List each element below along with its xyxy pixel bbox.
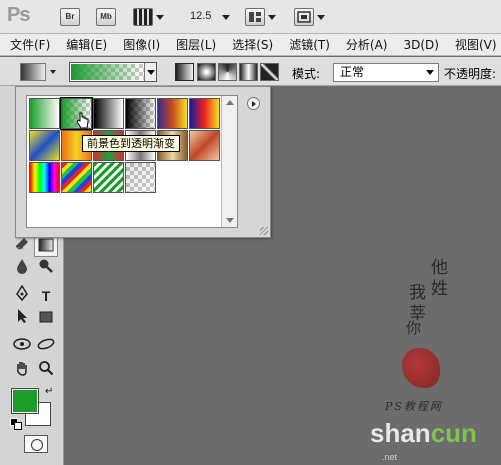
watermark-calligraphy-1: 他姓 xyxy=(427,258,447,300)
menu-file[interactable]: 文件(F) xyxy=(0,36,56,53)
3d-orbit-tool-icon[interactable] xyxy=(34,336,58,358)
mode-select[interactable]: 正常 xyxy=(333,63,439,82)
menu-image[interactable]: 图像(I) xyxy=(113,36,166,53)
chevron-down-icon[interactable] xyxy=(50,70,56,74)
picker-menu-button[interactable] xyxy=(247,97,260,110)
menu-analysis[interactable]: 分析(A) xyxy=(336,36,394,53)
options-bar: 模式: 正常 不透明度: xyxy=(0,57,501,86)
gradient-tooltip: 前景色到透明渐变 xyxy=(82,135,180,152)
foreground-color-swatch[interactable] xyxy=(11,388,39,414)
radial-gradient-button[interactable] xyxy=(197,63,216,81)
path-selection-tool-icon[interactable] xyxy=(10,308,34,330)
tool-preset-picker[interactable] xyxy=(20,63,46,81)
opacity-label: 不透明度: xyxy=(444,67,497,81)
zoom-tool-icon[interactable] xyxy=(34,360,58,382)
gradient-swatch[interactable] xyxy=(189,98,220,129)
gradient-picker-toggle[interactable] xyxy=(144,63,156,81)
gradient-swatch[interactable] xyxy=(93,162,124,193)
pen-tool-icon[interactable] xyxy=(10,284,34,307)
arrange-documents-icon[interactable] xyxy=(245,8,276,26)
menu-filter[interactable]: 滤镜(T) xyxy=(279,36,336,53)
watermark-brand-part2: cun xyxy=(430,418,477,448)
menu-layer[interactable]: 图层(L) xyxy=(166,36,222,53)
gradient-swatch[interactable] xyxy=(29,130,60,161)
gradient-swatch[interactable] xyxy=(125,98,156,129)
watermark-site-name: PS教程网 xyxy=(385,400,443,413)
gradient-preset-list xyxy=(26,95,238,228)
watermark-calligraphy-3: 你 xyxy=(404,320,422,339)
picker-scrollbar[interactable] xyxy=(221,96,237,227)
gradient-swatch[interactable] xyxy=(93,98,124,129)
scroll-down-icon[interactable] xyxy=(226,218,234,223)
watermark-seal xyxy=(402,348,440,388)
menu-select[interactable]: 选择(S) xyxy=(222,36,279,53)
resize-grip-icon[interactable] xyxy=(260,227,268,235)
dodge-tool-icon[interactable] xyxy=(34,258,58,280)
bridge-button[interactable]: Br xyxy=(60,8,80,26)
gradient-swatch[interactable] xyxy=(61,162,92,193)
app-bar: Ps Br Mb 12.5 xyxy=(0,0,501,34)
gradient-tool-icon[interactable] xyxy=(34,235,58,257)
diamond-gradient-button[interactable] xyxy=(260,63,279,81)
scroll-up-icon[interactable] xyxy=(226,100,234,105)
mode-label: 模式: xyxy=(292,67,321,81)
watermark-calligraphy-2: 我莘 xyxy=(405,283,425,325)
watermark-domain: .net xyxy=(382,452,398,462)
zoom-dropdown-icon[interactable] xyxy=(222,15,230,20)
hand-cursor-icon xyxy=(76,112,89,129)
linear-gradient-button[interactable] xyxy=(175,63,194,81)
default-colors-icon[interactable] xyxy=(10,418,22,430)
zoom-level[interactable]: 12.5 xyxy=(190,10,211,22)
photoshop-logo: Ps xyxy=(7,4,30,26)
gradient-swatch[interactable] xyxy=(29,162,60,193)
rectangle-tool-icon[interactable] xyxy=(34,308,58,330)
gradient-editor-field[interactable] xyxy=(69,62,157,82)
mini-bridge-button[interactable]: Mb xyxy=(96,8,116,26)
screen-mode-icon[interactable] xyxy=(294,8,325,26)
menu-3d[interactable]: 3D(D) xyxy=(393,38,444,52)
type-tool-icon[interactable]: T xyxy=(34,285,58,307)
menu-bar: 文件(F) 编辑(E) 图像(I) 图层(L) 选择(S) 滤镜(T) 分析(A… xyxy=(0,34,501,56)
quick-mask-button[interactable] xyxy=(24,435,48,453)
blur-tool-icon[interactable] xyxy=(10,258,34,280)
menu-edit[interactable]: 编辑(E) xyxy=(56,36,113,53)
watermark-brand: shancun xyxy=(370,418,477,449)
watermark-brand-part1: shan xyxy=(370,418,431,448)
swap-colors-icon[interactable]: ↵ xyxy=(45,386,53,397)
reflected-gradient-button[interactable] xyxy=(239,63,258,81)
gradient-swatch[interactable] xyxy=(29,98,60,129)
gradient-swatch[interactable] xyxy=(189,130,220,161)
hand-tool-icon[interactable] xyxy=(10,360,34,382)
gradient-swatch[interactable] xyxy=(157,98,188,129)
gradient-picker-panel xyxy=(15,86,271,238)
gradient-preview[interactable] xyxy=(71,64,145,80)
gradient-swatch[interactable] xyxy=(125,162,156,193)
menu-view[interactable]: 视图(V) xyxy=(445,36,501,53)
filmstrip-icon[interactable] xyxy=(133,8,164,26)
3d-rotate-tool-icon[interactable] xyxy=(10,336,34,358)
angle-gradient-button[interactable] xyxy=(218,63,237,81)
